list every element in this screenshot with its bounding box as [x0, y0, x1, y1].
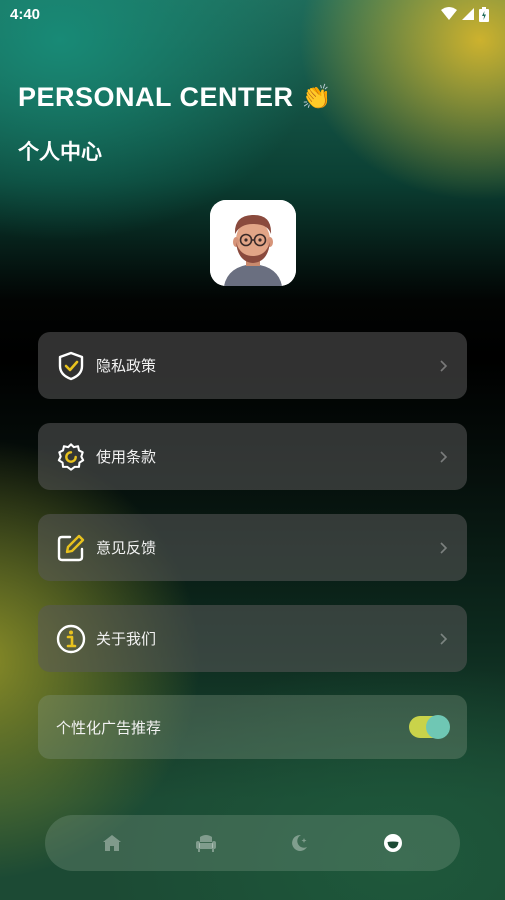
nav-moon[interactable]	[279, 823, 319, 863]
menu-item-terms-of-use[interactable]: 使用条款	[38, 423, 467, 490]
sofa-icon	[195, 835, 216, 852]
menu-item-label: 使用条款	[96, 448, 157, 466]
status-time: 4:40	[10, 5, 41, 23]
status-icons	[441, 6, 489, 22]
avatar[interactable]	[210, 200, 296, 286]
nav-sofa[interactable]	[186, 823, 226, 863]
menu-item-label: 意见反馈	[96, 539, 157, 557]
menu-item-label: 关于我们	[96, 630, 157, 648]
profile-icon	[384, 834, 403, 852]
status-bar: 4:40	[0, 0, 505, 28]
shield-check-icon	[56, 351, 86, 381]
chevron-right-icon	[440, 541, 448, 554]
home-icon	[102, 835, 121, 851]
avatar-illustration	[210, 200, 296, 286]
page-title-text: PERSONAL CENTER	[18, 82, 294, 112]
menu-item-privacy-policy[interactable]: 隐私政策	[38, 332, 467, 399]
menu-item-feedback[interactable]: 意见反馈	[38, 514, 467, 581]
gear-icon	[56, 442, 86, 472]
personalized-ads-label: 个性化广告推荐	[56, 718, 162, 737]
wifi-icon	[441, 7, 457, 20]
page-subtitle: 个人中心	[18, 140, 102, 164]
bottom-nav	[45, 815, 460, 871]
menu-item-label: 隐私政策	[96, 357, 157, 375]
nav-home[interactable]	[92, 823, 132, 863]
battery-icon	[479, 6, 489, 22]
chevron-right-icon	[440, 450, 448, 463]
chevron-right-icon	[440, 359, 448, 372]
menu-item-about-us[interactable]: 关于我们	[38, 605, 467, 672]
info-icon	[56, 624, 86, 654]
personalized-ads-toggle[interactable]	[409, 715, 450, 739]
nav-profile[interactable]	[373, 823, 413, 863]
toggle-knob	[426, 715, 450, 739]
clapping-hands-icon: 👏	[301, 84, 332, 111]
moon-icon	[292, 834, 308, 851]
personalized-ads-setting: 个性化广告推荐	[38, 695, 467, 759]
page-title: PERSONAL CENTER 👏	[18, 82, 332, 113]
signal-icon	[462, 8, 474, 20]
chevron-right-icon	[440, 632, 448, 645]
edit-note-icon	[56, 533, 86, 563]
